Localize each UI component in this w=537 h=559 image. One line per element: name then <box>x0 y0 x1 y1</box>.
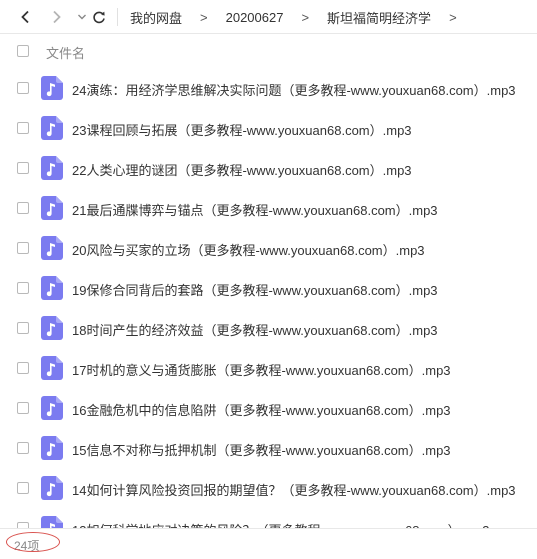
breadcrumb-separator[interactable]: > <box>449 10 457 25</box>
list-header: 文件名 <box>0 34 537 68</box>
list-item[interactable]: 16金融危机中的信息陷阱（更多教程-www.youxuan68.com）.mp3 <box>0 388 537 428</box>
audio-file-icon <box>41 516 63 528</box>
toolbar: 我的网盘 > 20200627 > 斯坦福简明经济学 > <box>0 0 537 34</box>
file-name[interactable]: 24演练：用经济学思维解决实际问题（更多教程-www.youxuan68.com… <box>72 80 516 99</box>
breadcrumb: 我的网盘 > 20200627 > 斯坦福简明经济学 > <box>130 0 457 34</box>
row-checkbox[interactable] <box>17 362 29 374</box>
list-item[interactable]: 23课程回顾与拓展（更多教程-www.youxuan68.com）.mp3 <box>0 108 537 148</box>
chevron-right-icon <box>53 10 61 24</box>
row-checkbox[interactable] <box>17 122 29 134</box>
refresh-icon <box>93 11 105 24</box>
list-item[interactable]: 15信息不对称与抵押机制（更多教程-www.youxuan68.com）.mp3 <box>0 428 537 468</box>
status-bar: 24项 <box>0 528 537 559</box>
file-name[interactable]: 22人类心理的谜团（更多教程-www.youxuan68.com）.mp3 <box>72 160 412 179</box>
list-item[interactable]: 24演练：用经济学思维解决实际问题（更多教程-www.youxuan68.com… <box>0 68 537 108</box>
list-item[interactable]: 21最后通牒博弈与锚点（更多教程-www.youxuan68.com）.mp3 <box>0 188 537 228</box>
file-name[interactable]: 17时机的意义与通货膨胀（更多教程-www.youxuan68.com）.mp3 <box>72 360 451 379</box>
breadcrumb-separator: > <box>200 9 208 25</box>
refresh-button[interactable] <box>89 7 109 27</box>
file-name[interactable]: 18时间产生的经济效益（更多教程-www.youxuan68.com）.mp3 <box>72 320 438 339</box>
file-name[interactable]: 14如何计算风险投资回报的期望值？（更多教程-www.youxuan68.com… <box>72 480 516 499</box>
breadcrumb-item-root[interactable]: 我的网盘 <box>130 8 182 27</box>
audio-file-icon <box>41 316 63 340</box>
row-checkbox[interactable] <box>17 322 29 334</box>
file-name[interactable]: 19保修合同背后的套路（更多教程-www.youxuan68.com）.mp3 <box>72 280 438 299</box>
row-checkbox[interactable] <box>17 402 29 414</box>
file-name[interactable]: 20风险与买家的立场（更多教程-www.youxuan68.com）.mp3 <box>72 240 425 259</box>
chevron-down-icon <box>78 14 86 20</box>
audio-file-icon <box>41 356 63 380</box>
list-item[interactable]: 18时间产生的经济效益（更多教程-www.youxuan68.com）.mp3 <box>0 308 537 348</box>
breadcrumb-item-current-folder[interactable]: 斯坦福简明经济学 <box>327 8 431 27</box>
audio-file-icon <box>41 476 63 500</box>
audio-file-icon <box>41 436 63 460</box>
select-all-checkbox[interactable] <box>17 45 29 57</box>
breadcrumb-item-date-folder[interactable]: 20200627 <box>226 10 284 25</box>
file-name[interactable]: 13如何科学地应对决策的风险？（更多教程-www.youxuan68.com）.… <box>72 520 490 528</box>
list-item[interactable]: 17时机的意义与通货膨胀（更多教程-www.youxuan68.com）.mp3 <box>0 348 537 388</box>
audio-file-icon <box>41 76 63 100</box>
row-checkbox[interactable] <box>17 82 29 94</box>
audio-file-icon <box>41 396 63 420</box>
list-item[interactable]: 14如何计算风险投资回报的期望值？（更多教程-www.youxuan68.com… <box>0 468 537 508</box>
annotation-circle <box>6 532 60 552</box>
audio-file-icon <box>41 236 63 260</box>
breadcrumb-separator: > <box>301 9 310 25</box>
audio-file-icon <box>41 116 63 140</box>
chevron-left-icon <box>21 10 29 24</box>
back-button[interactable] <box>16 7 36 27</box>
file-name[interactable]: 21最后通牒博弈与锚点（更多教程-www.youxuan68.com）.mp3 <box>72 200 438 219</box>
row-checkbox[interactable] <box>17 482 29 494</box>
audio-file-icon <box>41 196 63 220</box>
toolbar-divider <box>117 8 118 26</box>
list-item[interactable]: 19保修合同背后的套路（更多教程-www.youxuan68.com）.mp3 <box>0 268 537 308</box>
file-name[interactable]: 16金融危机中的信息陷阱（更多教程-www.youxuan68.com）.mp3 <box>72 400 451 419</box>
row-checkbox[interactable] <box>17 202 29 214</box>
row-checkbox[interactable] <box>17 162 29 174</box>
row-checkbox[interactable] <box>17 442 29 454</box>
row-checkbox[interactable] <box>17 242 29 254</box>
file-name[interactable]: 15信息不对称与抵押机制（更多教程-www.youxuan68.com）.mp3 <box>72 440 451 459</box>
list-item[interactable]: 13如何科学地应对决策的风险？（更多教程-www.youxuan68.com）.… <box>0 508 537 528</box>
row-checkbox[interactable] <box>17 282 29 294</box>
list-item[interactable]: 22人类心理的谜团（更多教程-www.youxuan68.com）.mp3 <box>0 148 537 188</box>
audio-file-icon <box>41 156 63 180</box>
file-list: 24演练：用经济学思维解决实际问题（更多教程-www.youxuan68.com… <box>0 68 537 528</box>
file-name[interactable]: 23课程回顾与拓展（更多教程-www.youxuan68.com）.mp3 <box>72 120 412 139</box>
column-header-filename[interactable]: 文件名 <box>46 43 85 62</box>
list-item[interactable]: 20风险与买家的立场（更多教程-www.youxuan68.com）.mp3 <box>0 228 537 268</box>
audio-file-icon <box>41 276 63 300</box>
forward-button[interactable] <box>46 7 66 27</box>
